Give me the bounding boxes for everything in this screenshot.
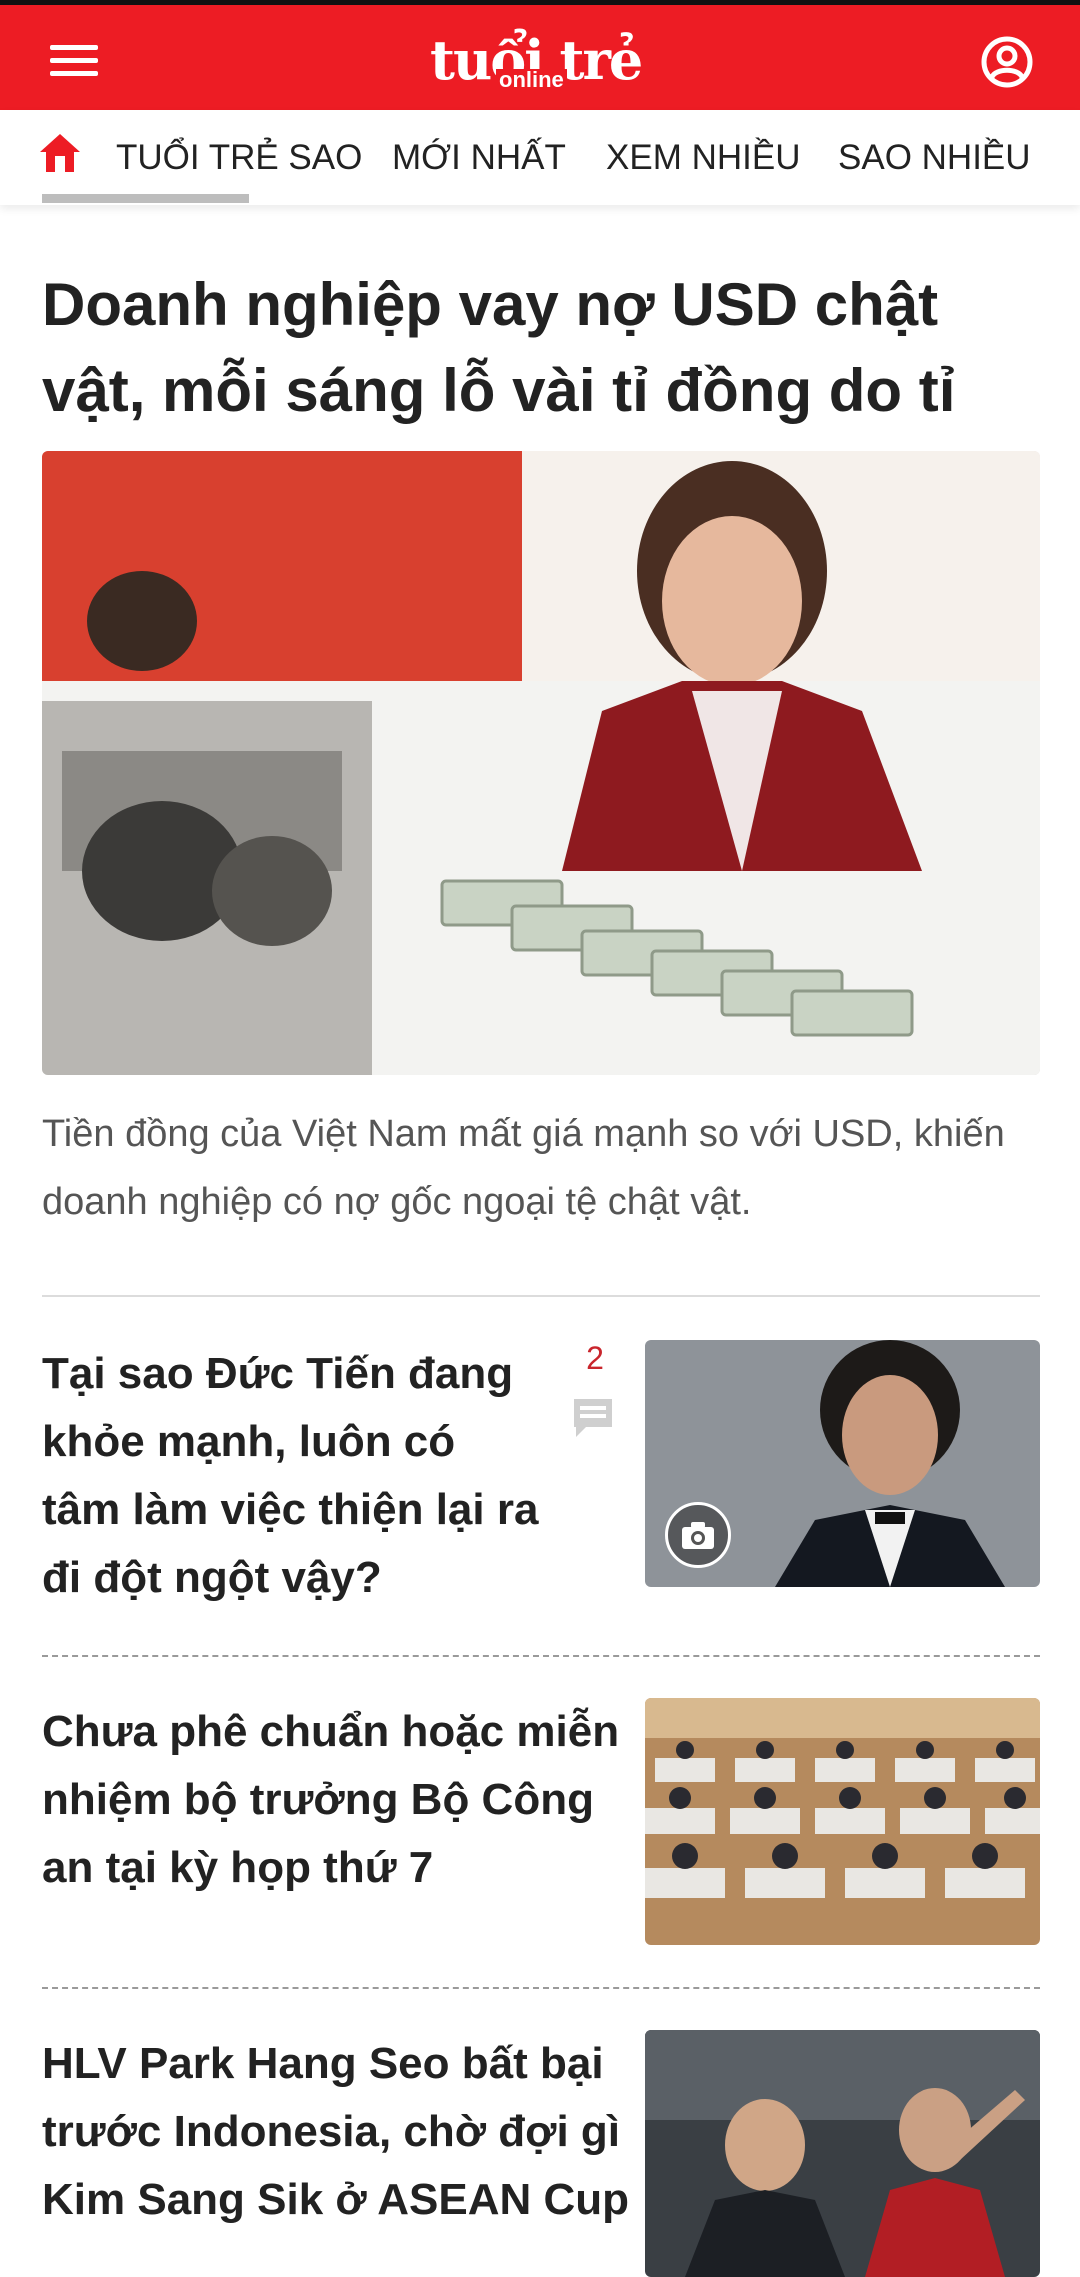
article-title[interactable]: Tại sao Đức Tiến đang khỏe mạnh, luôn có… [42, 1340, 542, 1612]
article-title[interactable]: HLV Park Hang Seo bất bại trước Indonesi… [42, 2030, 632, 2234]
top-header: tuổi trẻ online [0, 0, 1080, 110]
section-divider [42, 1295, 1040, 1297]
article-title[interactable]: Chưa phê chuẩn hoặc miễn nhiệm bộ trưởng… [42, 1698, 632, 1902]
nav-tab-sao-nhieu[interactable]: SAO NHIỀU [838, 138, 1031, 178]
headline-image[interactable] [42, 451, 1040, 1075]
site-logo[interactable]: tuổi trẻ online [430, 25, 643, 95]
home-icon[interactable] [38, 132, 82, 174]
active-tab-indicator [42, 194, 249, 203]
hamburger-menu-icon[interactable] [50, 45, 98, 77]
comment-count[interactable]: 2 [560, 1340, 630, 1377]
headline-caption: Tiền đồng của Việt Nam mất giá mạnh so v… [42, 1113, 1005, 1223]
category-nav: TUỔI TRẺ SAO MỚI NHẤT XEM NHIỀU SAO NHIỀ… [0, 110, 1080, 205]
article-divider [42, 1655, 1040, 1657]
nav-tab-moi-nhat[interactable]: MỚI NHẤT [392, 138, 566, 178]
article-thumbnail[interactable] [645, 2030, 1040, 2277]
user-account-icon[interactable] [980, 35, 1034, 89]
article-divider [42, 1987, 1040, 1989]
comment-bubble-icon[interactable] [570, 1395, 616, 1441]
logo-subtitle: online [496, 69, 567, 91]
nav-tab-tuoi-tre-sao[interactable]: TUỔI TRẺ SAO [116, 138, 362, 178]
article-thumbnail[interactable] [645, 1698, 1040, 1945]
nav-tab-xem-nhieu[interactable]: XEM NHIỀU [606, 138, 800, 178]
gallery-camera-icon [665, 1502, 731, 1568]
